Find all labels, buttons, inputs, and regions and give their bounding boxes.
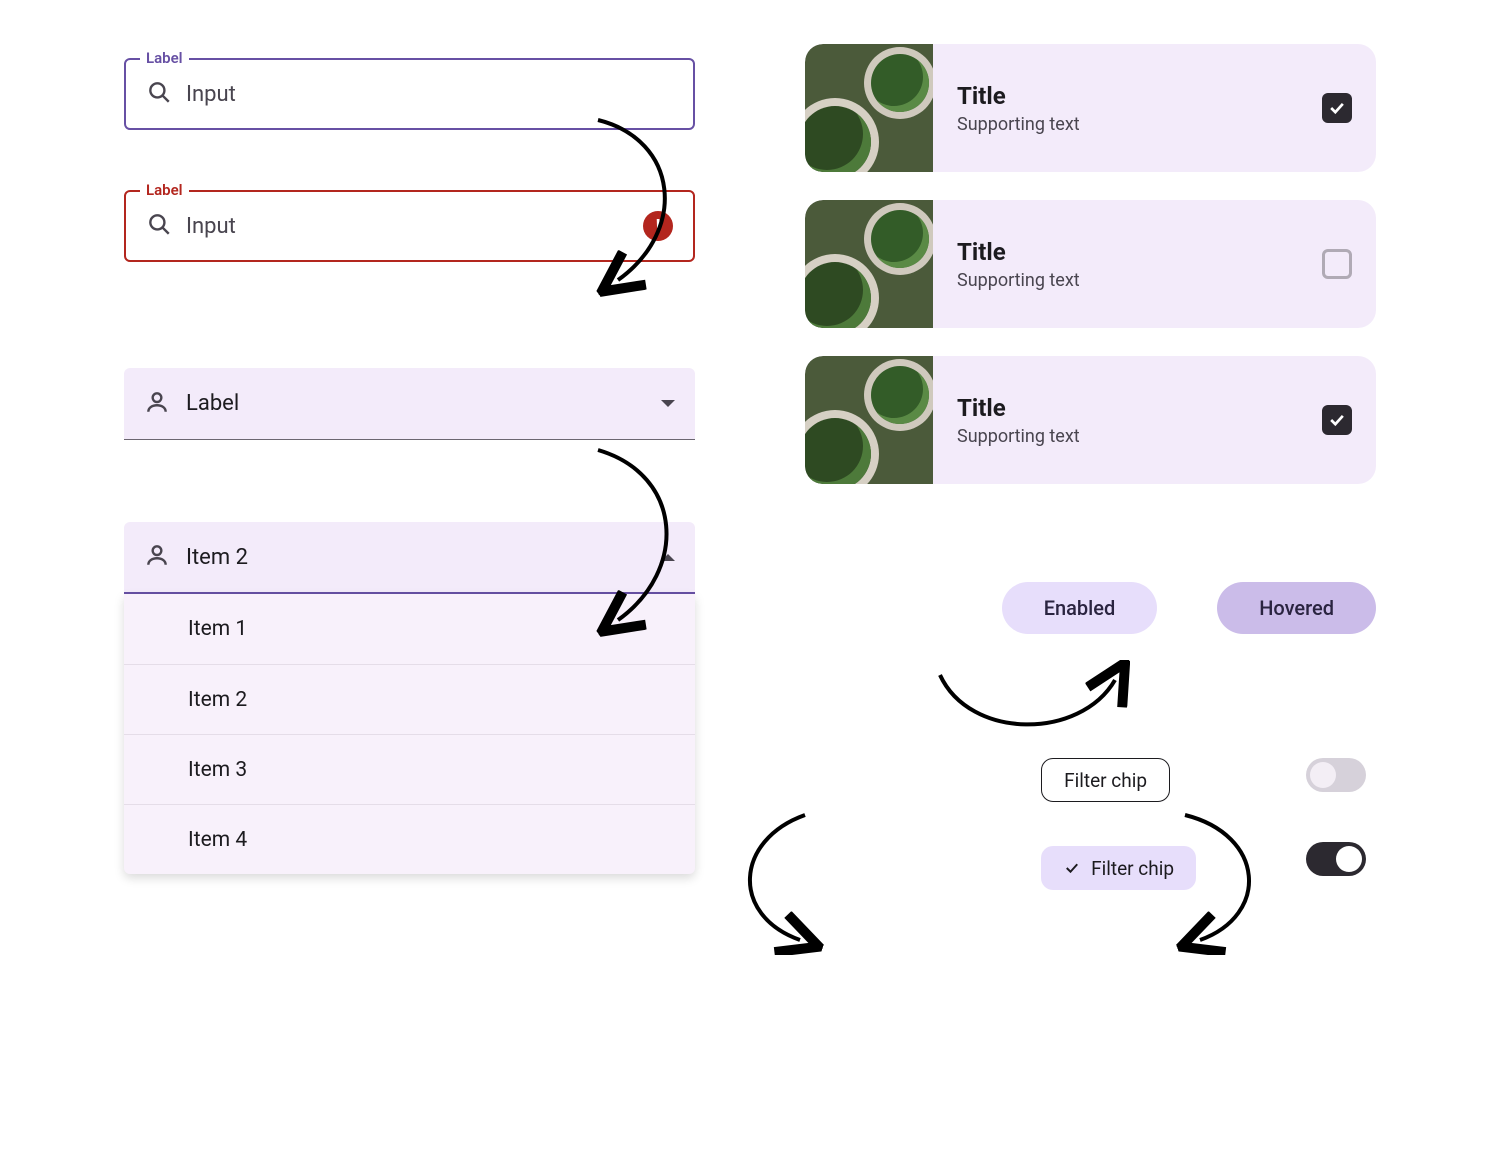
filter-chip-selected[interactable]: Filter chip — [1041, 846, 1196, 890]
switch-off[interactable] — [1306, 758, 1366, 792]
text-field-error[interactable]: Label Input ! — [124, 190, 695, 262]
text-field-input[interactable]: Input — [186, 82, 673, 107]
list-card-thumbnail — [805, 200, 933, 328]
text-field[interactable]: Label Input — [124, 58, 695, 130]
list-card-thumbnail — [805, 44, 933, 172]
list-card[interactable]: Title Supporting text — [805, 356, 1376, 484]
dropdown-selected-label: Item 2 — [186, 545, 645, 570]
check-icon — [1063, 859, 1081, 877]
checkbox-unchecked[interactable] — [1322, 249, 1352, 279]
dropdown-open[interactable]: Item 2 — [124, 522, 695, 594]
list-card-thumbnail — [805, 356, 933, 484]
list-card-title: Title — [957, 394, 1298, 422]
chevron-down-icon — [661, 400, 675, 407]
person-icon — [144, 389, 170, 419]
filter-chip-outlined[interactable]: Filter chip — [1041, 758, 1170, 802]
checkbox-checked[interactable] — [1322, 93, 1352, 123]
search-icon — [146, 211, 172, 241]
person-icon — [144, 542, 170, 572]
list-card-title: Title — [957, 238, 1298, 266]
list-card[interactable]: Title Supporting text — [805, 200, 1376, 328]
search-icon — [146, 79, 172, 109]
dropdown-menu-item[interactable]: Item 4 — [124, 804, 695, 874]
button-hovered[interactable]: Hovered — [1217, 582, 1376, 634]
list-card-supporting-text: Supporting text — [957, 426, 1298, 447]
filter-chip-label: Filter chip — [1064, 769, 1147, 792]
list-card-supporting-text: Supporting text — [957, 270, 1298, 291]
list-card[interactable]: Title Supporting text — [805, 44, 1376, 172]
dropdown-menu-item[interactable]: Item 1 — [124, 594, 695, 664]
switch-on[interactable] — [1306, 842, 1366, 876]
text-field-label: Label — [140, 49, 189, 67]
dropdown-closed[interactable]: Label — [124, 368, 695, 440]
list-card-title: Title — [957, 82, 1298, 110]
dropdown-menu-item[interactable]: Item 2 — [124, 664, 695, 734]
text-field-input[interactable]: Input — [186, 214, 629, 239]
text-field-label: Label — [140, 181, 189, 199]
checkbox-checked[interactable] — [1322, 405, 1352, 435]
dropdown-menu: Item 1 Item 2 Item 3 Item 4 — [124, 594, 695, 874]
dropdown-menu-item[interactable]: Item 3 — [124, 734, 695, 804]
error-icon: ! — [643, 211, 673, 241]
filter-chip-label: Filter chip — [1091, 857, 1174, 880]
dropdown-label: Label — [186, 391, 645, 416]
chevron-up-icon — [661, 554, 675, 561]
list-card-supporting-text: Supporting text — [957, 114, 1298, 135]
button-enabled[interactable]: Enabled — [1002, 582, 1158, 634]
